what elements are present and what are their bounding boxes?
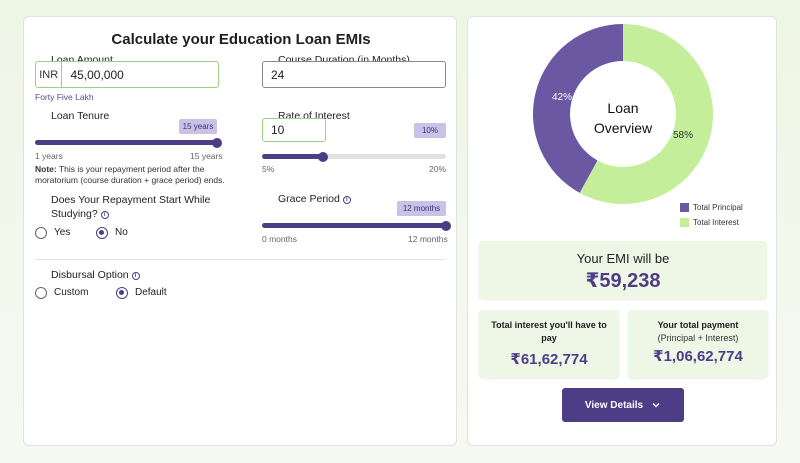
total-interest-title-line2: pay — [541, 333, 557, 343]
legend-principal-label: Total Principal — [693, 203, 743, 212]
total-interest-card: Total interest you'll have to pay ₹61,62… — [479, 310, 619, 378]
donut-center-line2: Overview — [594, 120, 653, 136]
total-interest-title-line1: Total interest you'll have to — [491, 320, 607, 330]
legend-principal-swatch — [680, 203, 689, 212]
results-panel: Loan Overview 42% 58% Total Principal To… — [467, 16, 777, 446]
total-payment-note: (Principal + Interest) — [657, 333, 739, 343]
rate-of-interest-min: 5% — [262, 164, 275, 174]
repayment-start-line2: Studying? — [51, 208, 98, 220]
repayment-yes-label[interactable]: Yes — [54, 227, 70, 238]
total-payment-card: Your total payment (Principal + Interest… — [628, 310, 768, 378]
grace-period-thumb[interactable] — [441, 220, 451, 231]
course-duration-field — [262, 61, 446, 88]
course-duration-input[interactable] — [263, 62, 445, 87]
interest-percent-label: 58% — [673, 130, 693, 141]
repayment-start-label: Does Your Repayment Start While Studying… — [51, 193, 210, 221]
repayment-start-line1: Does Your Repayment Start While — [51, 194, 211, 206]
emi-value: ₹59,238 — [585, 270, 661, 292]
note-line2: moratorium (course duration + grace peri… — [35, 175, 225, 185]
disbursal-text: Disbursal Option — [51, 269, 129, 281]
rate-of-interest-badge: 10% — [414, 123, 446, 138]
emi-card: Your EMI will be ₹59,238 — [479, 241, 767, 299]
loan-tenure-min: 1 years — [35, 151, 63, 161]
donut-center-line1: Loan — [607, 100, 638, 116]
disbursal-default-radio[interactable] — [116, 287, 128, 299]
repayment-yes-radio[interactable] — [35, 227, 47, 239]
repayment-no-radio[interactable] — [96, 227, 108, 239]
note-bold: Note: — [35, 164, 57, 174]
repayment-no-label[interactable]: No — [115, 227, 128, 238]
loan-tenure-thumb[interactable] — [212, 137, 222, 148]
loan-tenure-max: 15 years — [190, 151, 223, 161]
rate-of-interest-field — [262, 118, 326, 142]
rate-of-interest-fill — [262, 154, 324, 159]
disbursal-custom-radio[interactable] — [35, 287, 47, 299]
total-payment-value: ₹1,06,62,774 — [653, 348, 743, 365]
grace-period-text: Grace Period — [278, 193, 340, 205]
rate-of-interest-thumb[interactable] — [318, 151, 329, 162]
loan-overview-donut: Loan Overview 42% 58% — [533, 24, 713, 204]
rate-of-interest-max: 20% — [429, 164, 447, 174]
loan-amount-input[interactable] — [62, 62, 218, 87]
loan-tenure-label: Loan Tenure — [51, 110, 110, 122]
loan-amount-field: INR — [35, 61, 219, 88]
disbursal-default-label[interactable]: Default — [135, 287, 167, 298]
grace-period-min: 0 months — [262, 234, 297, 244]
grace-period-slider[interactable] — [262, 220, 451, 231]
calculator-title: Calculate your Education Loan EMIs — [111, 31, 371, 48]
loan-amount-words: Forty Five Lakh — [35, 92, 94, 102]
rate-of-interest-input[interactable] — [263, 119, 325, 141]
loan-tenure-slider[interactable] — [35, 137, 222, 148]
view-details-button[interactable]: View Details — [562, 388, 684, 422]
total-interest-value: ₹61,62,774 — [510, 351, 588, 368]
chevron-down-icon — [652, 403, 660, 408]
grace-period-label: Grace Period i — [278, 193, 351, 205]
legend-interest-swatch — [680, 218, 689, 227]
legend-interest-label: Total Interest — [693, 218, 739, 227]
emi-label: Your EMI will be — [576, 251, 670, 266]
note-line1: This is your repayment period after the — [58, 164, 205, 174]
disbursal-custom-label[interactable]: Custom — [54, 287, 88, 298]
loan-tenure-note: Note: This is your repayment period afte… — [35, 164, 225, 186]
currency-prefix: INR — [36, 62, 63, 87]
disbursal-label: Disbursal Option i — [51, 269, 140, 281]
view-details-label: View Details — [584, 399, 644, 411]
section-divider — [35, 259, 446, 260]
info-icon[interactable]: i — [342, 196, 351, 204]
principal-percent-label: 42% — [552, 92, 572, 103]
info-icon[interactable]: i — [100, 211, 109, 219]
grace-period-fill — [262, 223, 446, 228]
grace-period-max: 12 months — [408, 234, 448, 244]
total-payment-title: Your total payment — [657, 320, 739, 330]
loan-tenure-badge: 15 years — [179, 119, 217, 134]
calculator-panel: Calculate your Education Loan EMIs Loan … — [23, 16, 457, 446]
grace-period-badge: 12 months — [397, 201, 446, 216]
total-interest-title: Total interest you'll have to pay — [479, 319, 619, 345]
loan-tenure-fill — [35, 140, 217, 145]
rate-of-interest-slider[interactable] — [262, 151, 446, 162]
info-icon[interactable]: i — [131, 272, 140, 280]
